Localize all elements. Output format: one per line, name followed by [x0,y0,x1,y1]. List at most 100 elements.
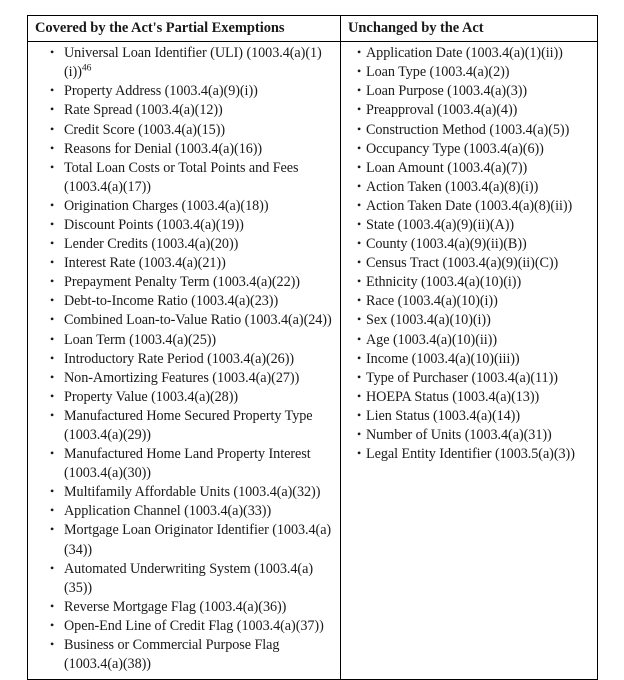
list-item-label: Income (1003.4(a)(10)(iii)) [366,350,520,367]
list-item-label: Reverse Mortgage Flag (1003.4(a)(36)) [64,598,287,615]
list-item-label: Race (1003.4(a)(10)(i)) [366,293,498,310]
bullet-icon: • [357,159,362,174]
bullet-icon: • [50,388,55,403]
list-item-label: Lender Credits (1003.4(a)(20)) [64,236,239,253]
bullet-icon: • [357,427,362,441]
list-item: • Manufactured Home Secured Property Type… [28,407,340,445]
bullet-icon: • [50,140,55,155]
bullet-icon: • [357,236,362,251]
bullet-icon: • [357,121,362,136]
list-item: • Debt-to-Income Ratio (1003.4(a)(23)) [28,292,340,311]
list-item: • Loan Purpose (1003.4(a)(3)) [341,82,597,101]
list-item-label: Age (1003.4(a)(10)(ii)) [366,331,497,348]
bullet-icon: • [357,178,362,193]
bullet-icon: • [50,331,55,346]
list-item: • Automated Underwriting System (1003.4(a… [28,560,340,598]
bullet-icon: • [50,293,55,308]
list-item-label: Rate Spread (1003.4(a)(12)) [64,102,223,119]
document-page: Covered by the Act's Partial Exemptions … [0,0,624,680]
covered-data-point-list: • Universal Loan Identifier (ULI) (1003.4… [28,44,340,674]
bullet-icon: • [50,560,55,575]
bullet-icon: • [357,197,362,212]
bullet-icon: • [50,369,55,384]
list-item-label: Census Tract (1003.4(a)(9)(ii)(C)) [366,255,559,272]
list-item: • Lender Credits (1003.4(a)(20)) [28,235,340,254]
bullet-icon: • [357,216,362,231]
bullet-icon: • [357,45,362,60]
list-item: • Discount Points (1003.4(a)(19)) [28,216,340,235]
list-item: • Credit Score (1003.4(a)(15)) [28,121,340,140]
bullet-icon: • [357,255,362,270]
bullet-icon: • [50,45,55,60]
list-item-label: Total Loan Costs or Total Points and Fee… [64,159,299,195]
unchanged-data-point-list: • Application Date (1003.4(a)(1)(ii)) • Loa… [341,44,597,464]
list-item-label: Property Address (1003.4(a)(9)(i)) [64,83,258,100]
bullet-icon: • [50,484,55,499]
list-item-label: Application Channel (1003.4(a)(33)) [64,503,272,520]
list-item: • Type of Purchaser (1003.4(a)(11)) [341,369,597,388]
list-item-label: Ethnicity (1003.4(a)(10)(i)) [366,274,522,291]
list-item-label: Preapproval (1003.4(a)(4)) [366,102,518,119]
list-item-label: Loan Amount (1003.4(a)(7)) [366,159,528,176]
list-item-label: Loan Type (1003.4(a)(2)) [366,64,510,81]
bullet-icon: • [357,83,362,98]
list-item-label: Manufactured Home Secured Property Type … [64,407,313,443]
list-item: • Action Taken (1003.4(a)(8)(i)) [341,178,597,197]
list-item-label: Non-Amortizing Features (1003.4(a)(27)) [64,369,300,386]
list-item-label: State (1003.4(a)(9)(ii)(A)) [366,216,515,233]
bullet-icon: • [357,388,362,403]
list-item: • Preapproval (1003.4(a)(4)) [341,101,597,120]
list-item: • Lien Status (1003.4(a)(14)) [341,407,597,426]
bullet-icon: • [357,274,362,289]
bullet-icon: • [50,255,55,270]
bullet-icon: • [50,197,55,212]
list-item: • Multifamily Affordable Units (1003.4(a)… [28,483,340,502]
list-item-label: County (1003.4(a)(9)(ii)(B)) [366,236,527,253]
list-item: • Number of Units (1003.4(a)(31)) [341,426,597,445]
list-item: • Action Taken Date (1003.4(a)(8)(ii)) [341,197,597,216]
bullet-icon: • [50,83,55,98]
list-item: • Age (1003.4(a)(10)(ii)) [341,331,597,350]
list-item: • Construction Method (1003.4(a)(5)) [341,121,597,140]
list-item: • Application Channel (1003.4(a)(33)) [28,502,340,521]
list-item: • Origination Charges (1003.4(a)(18)) [28,197,340,216]
list-item: • Introductory Rate Period (1003.4(a)(26)… [28,350,340,369]
list-item: • Mortgage Loan Originator Identifier (10… [28,521,340,559]
bullet-icon: • [357,350,362,365]
list-item: • Race (1003.4(a)(10)(i)) [341,292,597,311]
list-item: • Income (1003.4(a)(10)(iii)) [341,350,597,369]
bullet-icon: • [50,407,55,422]
bullet-icon: • [50,159,55,174]
list-item: • Property Value (1003.4(a)(28)) [28,388,340,407]
list-item: • Universal Loan Identifier (ULI) (1003.4… [28,44,340,82]
list-item-label: Action Taken Date (1003.4(a)(8)(ii)) [366,197,573,214]
bullet-icon: • [357,102,362,117]
list-item: • Loan Term (1003.4(a)(25)) [28,331,340,350]
table-body-row: • Universal Loan Identifier (ULI) (1003.4… [27,41,598,680]
list-item: • Ethnicity (1003.4(a)(10)(i)) [341,273,597,292]
list-item-label: Open-End Line of Credit Flag (1003.4(a)(… [64,617,324,634]
list-item: • Application Date (1003.4(a)(1)(ii)) [341,44,597,63]
list-item-label: HOEPA Status (1003.4(a)(13)) [366,388,540,405]
bullet-icon: • [50,503,55,518]
list-item-label: Manufactured Home Land Property Interest… [64,446,311,482]
bullet-icon: • [50,350,55,365]
bullet-icon: • [357,293,362,308]
list-item-label: Origination Charges (1003.4(a)(18)) [64,197,269,214]
list-item-label: Credit Score (1003.4(a)(15)) [64,121,226,138]
list-item-label: Loan Purpose (1003.4(a)(3)) [366,83,528,100]
bullet-icon: • [357,407,362,422]
column-cell-unchanged: • Application Date (1003.4(a)(1)(ii)) • Loa… [340,41,598,680]
list-item-label: Type of Purchaser (1003.4(a)(11)) [366,369,558,386]
list-item: • Legal Entity Identifier (1003.5(a)(3)) [341,445,597,464]
list-item-label: Interest Rate (1003.4(a)(21)) [64,255,226,272]
list-item: • Reverse Mortgage Flag (1003.4(a)(36)) [28,598,340,617]
bullet-icon: • [357,140,362,155]
bullet-icon: • [50,216,55,231]
footnote-reference: 46 [81,62,92,74]
list-item: • Loan Type (1003.4(a)(2)) [341,63,597,82]
list-item-label: Mortgage Loan Originator Identifier (100… [64,522,332,558]
bullet-icon: • [357,312,362,327]
list-item: • HOEPA Status (1003.4(a)(13)) [341,388,597,407]
bullet-icon: • [50,598,55,613]
